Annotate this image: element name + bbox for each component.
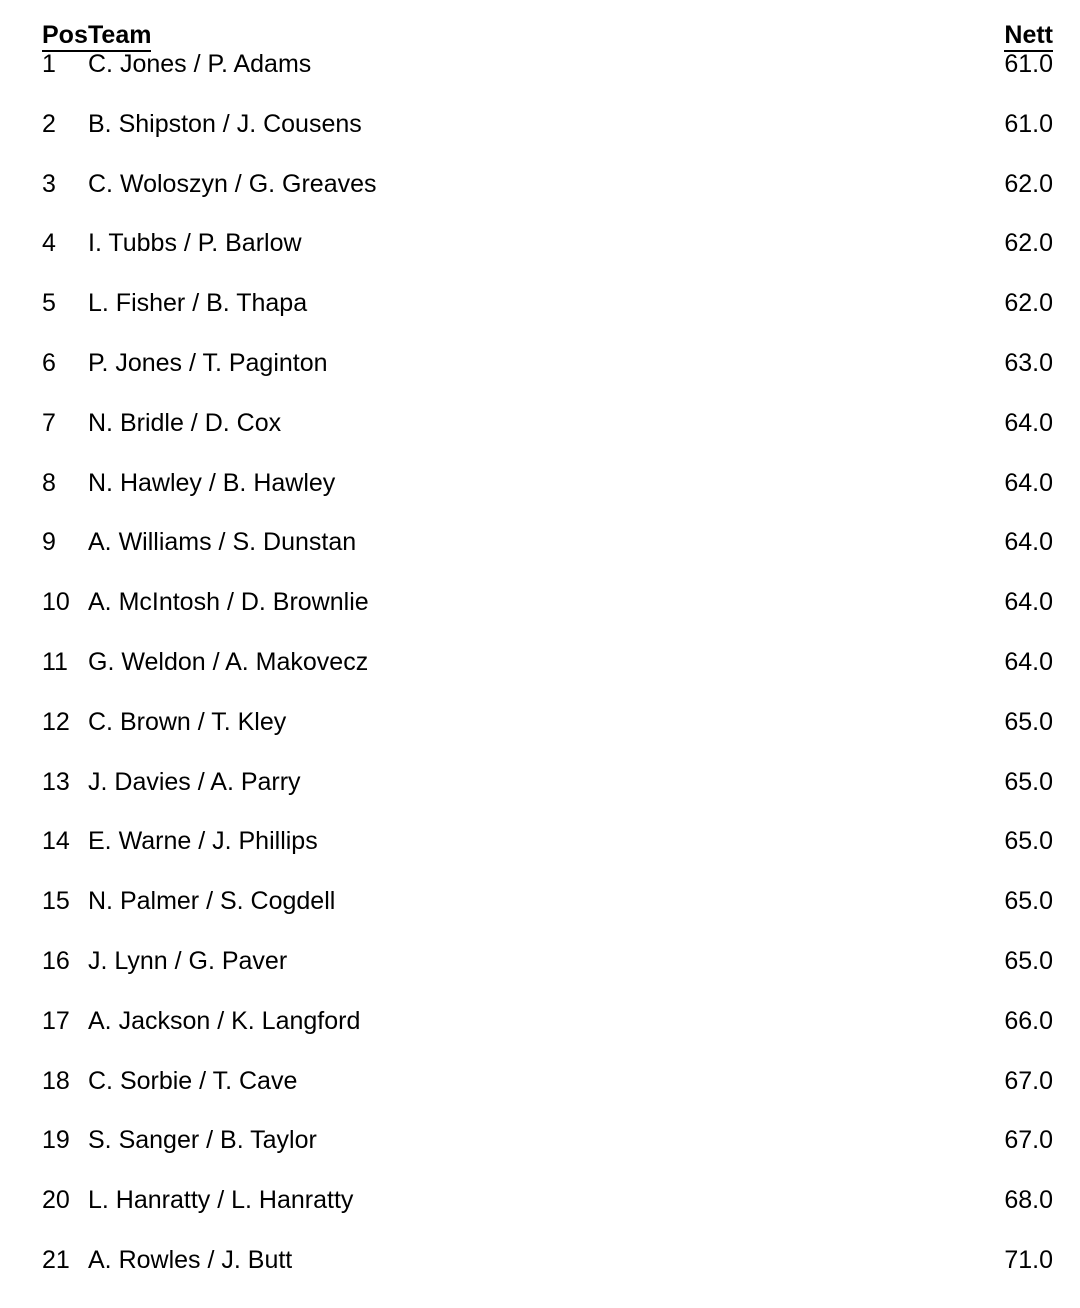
table-row: 15 N. Palmer / S. Cogdell 65.0: [0, 889, 1053, 949]
cell-team: A. McIntosh / D. Brownlie: [88, 590, 369, 616]
cell-team: J. Lynn / G. Paver: [88, 948, 288, 974]
cell-nett: 65.0: [1004, 707, 1053, 736]
cell-nett: 65.0: [1004, 887, 1053, 916]
cell-team: N. Bridle / D. Cox: [88, 410, 282, 436]
column-header-pos: Pos: [0, 23, 88, 52]
column-header-nett-label: Nett: [1004, 23, 1053, 52]
table-header-row: Pos Team Nett: [0, 0, 1053, 52]
cell-team: S. Sanger / B. Taylor: [88, 1128, 317, 1154]
cell-nett: 64.0: [1004, 647, 1053, 676]
cell-nett: 65.0: [1004, 827, 1053, 856]
cell-pos: 2: [42, 109, 56, 138]
cell-nett: 67.0: [1004, 1126, 1053, 1155]
table-row: 9 A. Williams / S. Dunstan 64.0: [0, 530, 1053, 590]
table-row: 7 N. Bridle / D. Cox 64.0: [0, 408, 1053, 471]
table-row: 14 E. Warne / J. Phillips 65.0: [0, 829, 1053, 889]
table-row: 5 L. Fisher / B. Thapa 62.0: [0, 291, 1053, 351]
cell-team: P. Jones / T. Paginton: [88, 350, 328, 376]
cell-nett: 64.0: [1004, 468, 1053, 497]
table-row: 3 C. Woloszyn / G. Greaves 62.0: [0, 169, 1053, 232]
cell-pos: 6: [42, 348, 56, 377]
cell-team: C. Jones / P. Adams: [88, 52, 312, 77]
cell-pos: 7: [42, 408, 56, 437]
cell-team: C. Sorbie / T. Cave: [88, 1068, 298, 1094]
table-row: 8 N. Hawley / B. Hawley 64.0: [0, 468, 1053, 531]
table-row: 12 C. Brown / T. Kley 65.0: [0, 707, 1053, 770]
cell-nett: 65.0: [1004, 767, 1053, 796]
cell-nett: 67.0: [1004, 1066, 1053, 1095]
cell-team: G. Weldon / A. Makovecz: [88, 649, 369, 675]
cell-pos: 11: [42, 647, 68, 676]
cell-nett: 61.0: [1004, 109, 1053, 138]
cell-nett: 64.0: [1004, 588, 1053, 617]
cell-pos: 20: [42, 1186, 70, 1215]
cell-nett: 66.0: [1004, 1006, 1053, 1035]
cell-pos: 17: [42, 1006, 70, 1035]
table-row: 19 S. Sanger / B. Taylor 67.0: [0, 1128, 1053, 1188]
cell-pos: 9: [42, 528, 56, 557]
cell-pos: 12: [42, 707, 70, 736]
cell-nett: 62.0: [1004, 229, 1053, 258]
cell-pos: 18: [42, 1066, 70, 1095]
table-row: 17 A. Jackson / K. Langford 66.0: [0, 1006, 1053, 1069]
leaderboard-table: Pos Team Nett 1 C. Jones / P. Adams 61.0 2 B…: [0, 0, 1080, 1308]
cell-nett: 71.0: [1004, 1245, 1053, 1274]
cell-nett: 68.0: [1004, 1186, 1053, 1215]
table-row: 16 J. Lynn / G. Paver 65.0: [0, 946, 1053, 1009]
cell-nett: 62.0: [1004, 169, 1053, 198]
cell-team: L. Fisher / B. Thapa: [88, 291, 308, 317]
table-row: 18 C. Sorbie / T. Cave 67.0: [0, 1066, 1053, 1129]
cell-pos: 4: [42, 229, 56, 258]
table-row: 20 L. Hanratty / L. Hanratty 68.0: [0, 1188, 1053, 1248]
cell-team: B. Shipston / J. Cousens: [88, 111, 362, 137]
table-body: 1 C. Jones / P. Adams 61.0 2 B. Shipston / J…: [0, 52, 1053, 1308]
cell-team: I. Tubbs / P. Barlow: [88, 231, 302, 257]
cell-nett: 63.0: [1004, 348, 1053, 377]
cell-pos: 1: [42, 50, 56, 78]
cell-nett: 65.0: [1004, 946, 1053, 975]
cell-nett: 62.0: [1004, 289, 1053, 318]
cell-team: C. Brown / T. Kley: [88, 709, 287, 735]
cell-team: A. Rowles / J. Butt: [88, 1247, 293, 1273]
table-row: 21 A. Rowles / J. Butt 71.0: [0, 1245, 1053, 1308]
cell-pos: 3: [42, 169, 56, 198]
cell-nett: 61.0: [1004, 50, 1053, 78]
column-header-team: Team: [88, 23, 903, 52]
cell-nett: 64.0: [1004, 408, 1053, 437]
cell-team: E. Warne / J. Phillips: [88, 829, 318, 855]
table-row: 1 C. Jones / P. Adams 61.0: [0, 52, 1053, 112]
cell-pos: 21: [42, 1245, 70, 1274]
table-row: 10 A. McIntosh / D. Brownlie 64.0: [0, 590, 1053, 650]
cell-pos: 5: [42, 289, 56, 318]
cell-pos: 14: [42, 827, 70, 856]
table-row: 4 I. Tubbs / P. Barlow 62.0: [0, 231, 1053, 291]
column-header-pos-label: Pos: [42, 23, 88, 52]
table-row: 2 B. Shipston / J. Cousens 61.0: [0, 109, 1053, 172]
cell-pos: 13: [42, 767, 70, 796]
cell-team: J. Davies / A. Parry: [88, 769, 301, 795]
cell-pos: 10: [42, 588, 70, 617]
cell-team: L. Hanratty / L. Hanratty: [88, 1188, 354, 1214]
cell-team: A. Jackson / K. Langford: [88, 1008, 361, 1034]
table-row: 11 G. Weldon / A. Makovecz 64.0: [0, 647, 1053, 710]
cell-pos: 19: [42, 1126, 70, 1155]
table-row: 6 P. Jones / T. Paginton 63.0: [0, 348, 1053, 411]
cell-team: A. Williams / S. Dunstan: [88, 530, 357, 556]
column-header-nett: Nett: [903, 23, 1053, 52]
table-row: 13 J. Davies / A. Parry 65.0: [0, 767, 1053, 830]
cell-pos: 15: [42, 887, 70, 916]
cell-pos: 8: [42, 468, 56, 497]
cell-nett: 64.0: [1004, 528, 1053, 557]
cell-pos: 16: [42, 946, 70, 975]
cell-team: C. Woloszyn / G. Greaves: [88, 171, 377, 197]
cell-team: N. Hawley / B. Hawley: [88, 470, 336, 496]
column-header-team-label: Team: [88, 23, 152, 52]
cell-team: N. Palmer / S. Cogdell: [88, 889, 336, 915]
